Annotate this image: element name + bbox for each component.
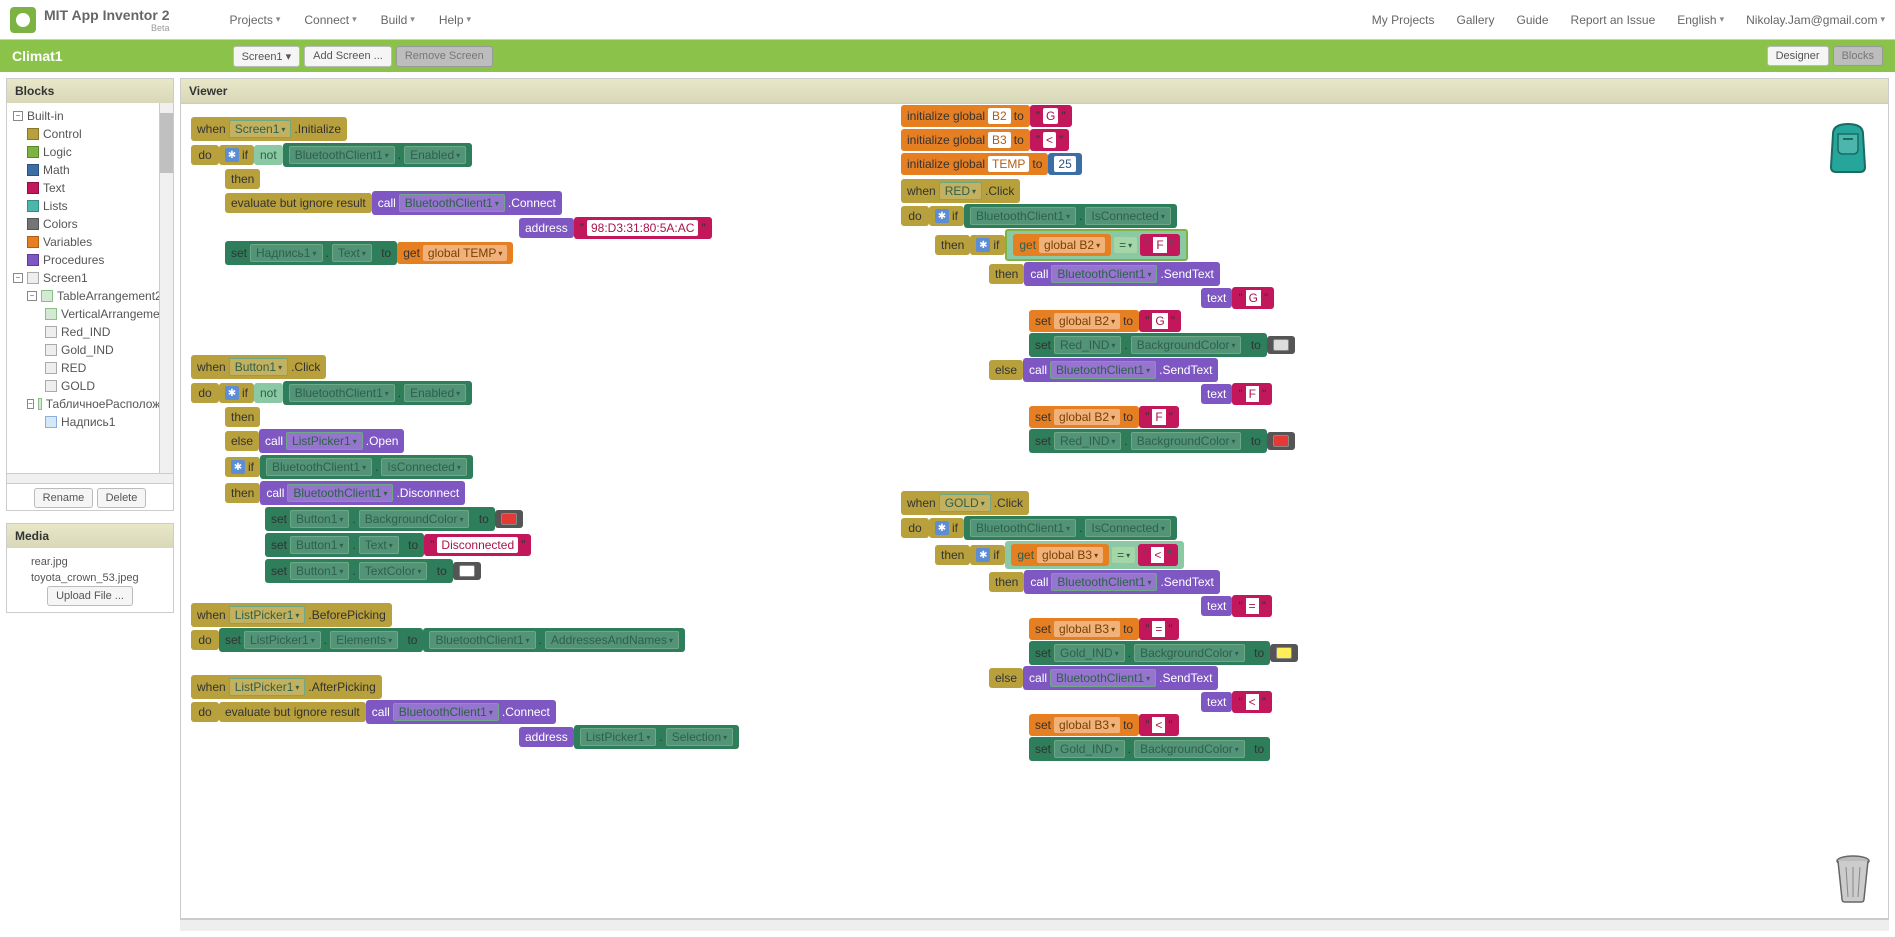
blocks-view-button[interactable]: Blocks — [1833, 46, 1883, 66]
app-title: MIT App Inventor 2 — [44, 7, 169, 23]
block-when-button1-click[interactable]: when Button1 .Click do if not BluetoothC… — [191, 354, 531, 584]
gear-icon[interactable] — [976, 548, 990, 562]
menu-language[interactable]: English — [1677, 13, 1724, 27]
text-color-icon — [27, 182, 39, 194]
header: MIT App Inventor 2 Beta Projects Connect… — [0, 0, 1895, 40]
block-when-gold-click[interactable]: when GOLD .Click do if BluetoothClient1 … — [901, 490, 1298, 762]
component-icon — [41, 290, 53, 302]
tree-builtin[interactable]: Built-in — [27, 109, 64, 123]
tree-control[interactable]: Control — [43, 127, 82, 141]
gear-icon[interactable] — [231, 460, 245, 474]
component-icon — [27, 272, 39, 284]
math-color-icon — [27, 164, 39, 176]
remove-screen-button[interactable]: Remove Screen — [396, 46, 493, 67]
viewer-panel: Viewer when Screen1 .Initialize do if no… — [180, 78, 1889, 931]
menu-connect[interactable]: Connect — [304, 13, 356, 27]
upload-file-button[interactable]: Upload File ... — [47, 586, 133, 606]
rename-button[interactable]: Rename — [34, 488, 94, 508]
colors-color-icon — [27, 218, 39, 230]
tree-variables[interactable]: Variables — [43, 235, 92, 249]
block-init-global-b3[interactable]: initialize global B3 to " < " — [901, 128, 1069, 152]
gear-icon[interactable] — [976, 238, 990, 252]
link-gallery[interactable]: Gallery — [1456, 13, 1494, 27]
blocks-tree[interactable]: −Built-in Control Logic Math Text Lists … — [7, 103, 173, 473]
tree-item[interactable]: Надпись1 — [61, 415, 115, 429]
tree-item[interactable]: GOLD — [61, 379, 95, 393]
tree-item[interactable]: TableArrangement2 — [57, 289, 162, 303]
procedures-color-icon — [27, 254, 39, 266]
tree-logic[interactable]: Logic — [43, 145, 72, 159]
block-init-global-b2[interactable]: initialize global B2 to " G " — [901, 104, 1072, 128]
tree-text[interactable]: Text — [43, 181, 65, 195]
block-when-red-click[interactable]: when RED .Click do if BluetoothClient1 .… — [901, 178, 1295, 454]
blocks-panel: Blocks −Built-in Control Logic Math Text… — [6, 78, 174, 511]
gear-icon[interactable] — [225, 148, 239, 162]
logo-area: MIT App Inventor 2 Beta — [10, 7, 169, 33]
tree-colors[interactable]: Colors — [43, 217, 78, 231]
main-area: Blocks −Built-in Control Logic Math Text… — [0, 72, 1895, 937]
logic-color-icon — [27, 146, 39, 158]
header-right: My Projects Gallery Guide Report an Issu… — [1372, 13, 1885, 27]
left-column: Blocks −Built-in Control Logic Math Text… — [0, 72, 180, 937]
component-icon — [45, 344, 57, 356]
media-panel-title: Media — [7, 524, 173, 548]
link-guide[interactable]: Guide — [1517, 13, 1549, 27]
collapse-icon[interactable]: − — [13, 273, 23, 283]
tree-item[interactable]: VerticalArrangemen — [61, 307, 166, 321]
viewer-title: Viewer — [180, 78, 1889, 103]
tree-item[interactable]: Red_IND — [61, 325, 110, 339]
collapse-icon[interactable]: − — [27, 399, 34, 409]
screen-dropdown[interactable]: Screen1 ▾ — [233, 46, 301, 67]
tree-item[interactable]: ТабличноеРасположе — [46, 397, 167, 411]
canvas-hscroll[interactable] — [180, 919, 1889, 931]
app-logo-icon — [10, 7, 36, 33]
tree-hscroll[interactable] — [7, 473, 173, 483]
delete-button[interactable]: Delete — [97, 488, 147, 508]
control-color-icon — [27, 128, 39, 140]
component-icon — [45, 308, 57, 320]
main-menu: Projects Connect Build Help — [229, 13, 471, 27]
gear-icon[interactable] — [935, 521, 949, 535]
block-when-listpicker-afterpicking[interactable]: when ListPicker1 .AfterPicking do evalua… — [191, 674, 739, 750]
component-icon — [45, 362, 57, 374]
gear-icon[interactable] — [935, 209, 949, 223]
app-subtitle: Beta — [44, 23, 169, 33]
component-icon — [45, 416, 57, 428]
variables-color-icon — [27, 236, 39, 248]
media-file[interactable]: rear.jpg — [13, 554, 167, 570]
tree-procedures[interactable]: Procedures — [43, 253, 104, 267]
collapse-icon[interactable]: − — [13, 111, 23, 121]
component-icon — [38, 398, 42, 410]
lists-color-icon — [27, 200, 39, 212]
link-report-issue[interactable]: Report an Issue — [1571, 13, 1656, 27]
component-icon — [45, 326, 57, 338]
menu-projects[interactable]: Projects — [229, 13, 280, 27]
menu-account[interactable]: Nikolay.Jam@gmail.com — [1746, 13, 1885, 27]
tree-item[interactable]: Gold_IND — [61, 343, 114, 357]
component-icon — [45, 380, 57, 392]
trash-icon[interactable] — [1833, 853, 1873, 903]
media-file[interactable]: toyota_crown_53.jpeg — [13, 570, 167, 586]
block-init-global-temp[interactable]: initialize global TEMP to 25 — [901, 152, 1082, 176]
menu-help[interactable]: Help — [439, 13, 471, 27]
backpack-icon[interactable] — [1823, 119, 1873, 174]
blocks-canvas[interactable]: when Screen1 .Initialize do if not Bluet… — [180, 103, 1889, 919]
tree-math[interactable]: Math — [43, 163, 70, 177]
blocks-panel-title: Blocks — [7, 79, 173, 103]
project-bar: Climat1 Screen1 ▾ Add Screen ... Remove … — [0, 40, 1895, 72]
designer-view-button[interactable]: Designer — [1767, 46, 1829, 66]
tree-scrollbar[interactable] — [159, 103, 173, 473]
tree-screen1[interactable]: Screen1 — [43, 271, 88, 285]
link-my-projects[interactable]: My Projects — [1372, 13, 1435, 27]
block-when-screen1-initialize[interactable]: when Screen1 .Initialize do if not Bluet… — [191, 116, 712, 266]
add-screen-button[interactable]: Add Screen ... — [304, 46, 392, 67]
tree-lists[interactable]: Lists — [43, 199, 68, 213]
block-when-listpicker-beforepicking[interactable]: when ListPicker1 .BeforePicking do set L… — [191, 602, 685, 653]
project-name: Climat1 — [12, 48, 63, 64]
gear-icon[interactable] — [225, 386, 239, 400]
media-panel: Media rear.jpg toyota_crown_53.jpeg Uplo… — [6, 523, 174, 613]
collapse-icon[interactable]: − — [27, 291, 37, 301]
tree-item[interactable]: RED — [61, 361, 86, 375]
menu-build[interactable]: Build — [381, 13, 415, 27]
